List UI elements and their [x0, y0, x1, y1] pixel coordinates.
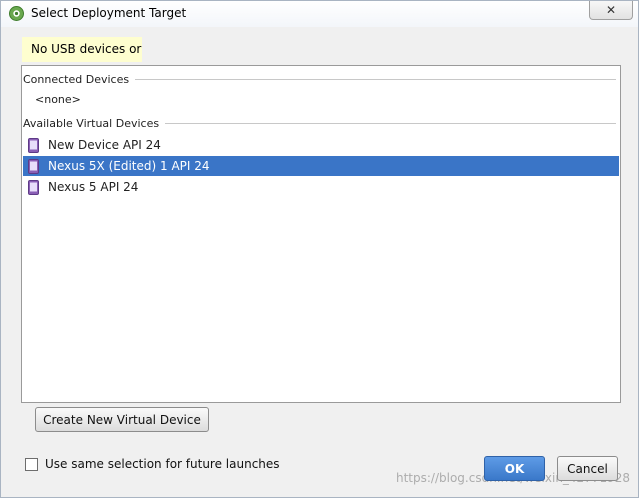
device-name: Nexus 5 API 24	[48, 180, 139, 194]
close-icon: ✕	[605, 3, 617, 17]
cancel-button[interactable]: Cancel	[557, 456, 618, 481]
device-row-new-device-api-24[interactable]: New Device API 24	[23, 135, 619, 155]
header-divider	[135, 78, 616, 80]
phone-icon	[28, 158, 39, 174]
connected-empty-item: <none>	[35, 93, 81, 106]
virtual-devices-header: Available Virtual Devices	[23, 115, 618, 131]
connected-devices-label: Connected Devices	[23, 72, 130, 86]
window-title: Select Deployment Target	[31, 6, 187, 20]
deployment-dialog: Select Deployment Target ✕ No USB device…	[0, 0, 639, 498]
virtual-devices-label: Available Virtual Devices	[23, 116, 160, 130]
device-row-nexus-5-api-24[interactable]: Nexus 5 API 24	[23, 177, 619, 197]
device-row-nexus-5x-edited[interactable]: Nexus 5X (Edited) 1 API 24	[23, 156, 619, 176]
android-studio-icon	[9, 6, 24, 21]
phone-icon	[28, 179, 39, 195]
phone-icon	[28, 137, 39, 153]
device-list[interactable]: Connected Devices <none> Available Virtu…	[21, 65, 621, 403]
ok-button[interactable]: OK	[484, 456, 545, 481]
header-divider	[165, 122, 616, 124]
device-name: New Device API 24	[48, 138, 161, 152]
same-selection-label: Use same selection for future launches	[45, 457, 280, 471]
connected-devices-header: Connected Devices	[23, 71, 618, 87]
close-button[interactable]: ✕	[589, 1, 633, 20]
usb-warning: No USB devices or	[22, 37, 142, 62]
title-bar: Select Deployment Target ✕	[1, 1, 638, 27]
create-new-virtual-device-button[interactable]: Create New Virtual Device	[35, 407, 209, 432]
same-selection-option[interactable]: Use same selection for future launches	[25, 457, 280, 471]
device-name: Nexus 5X (Edited) 1 API 24	[48, 159, 210, 173]
same-selection-checkbox[interactable]	[25, 457, 38, 471]
